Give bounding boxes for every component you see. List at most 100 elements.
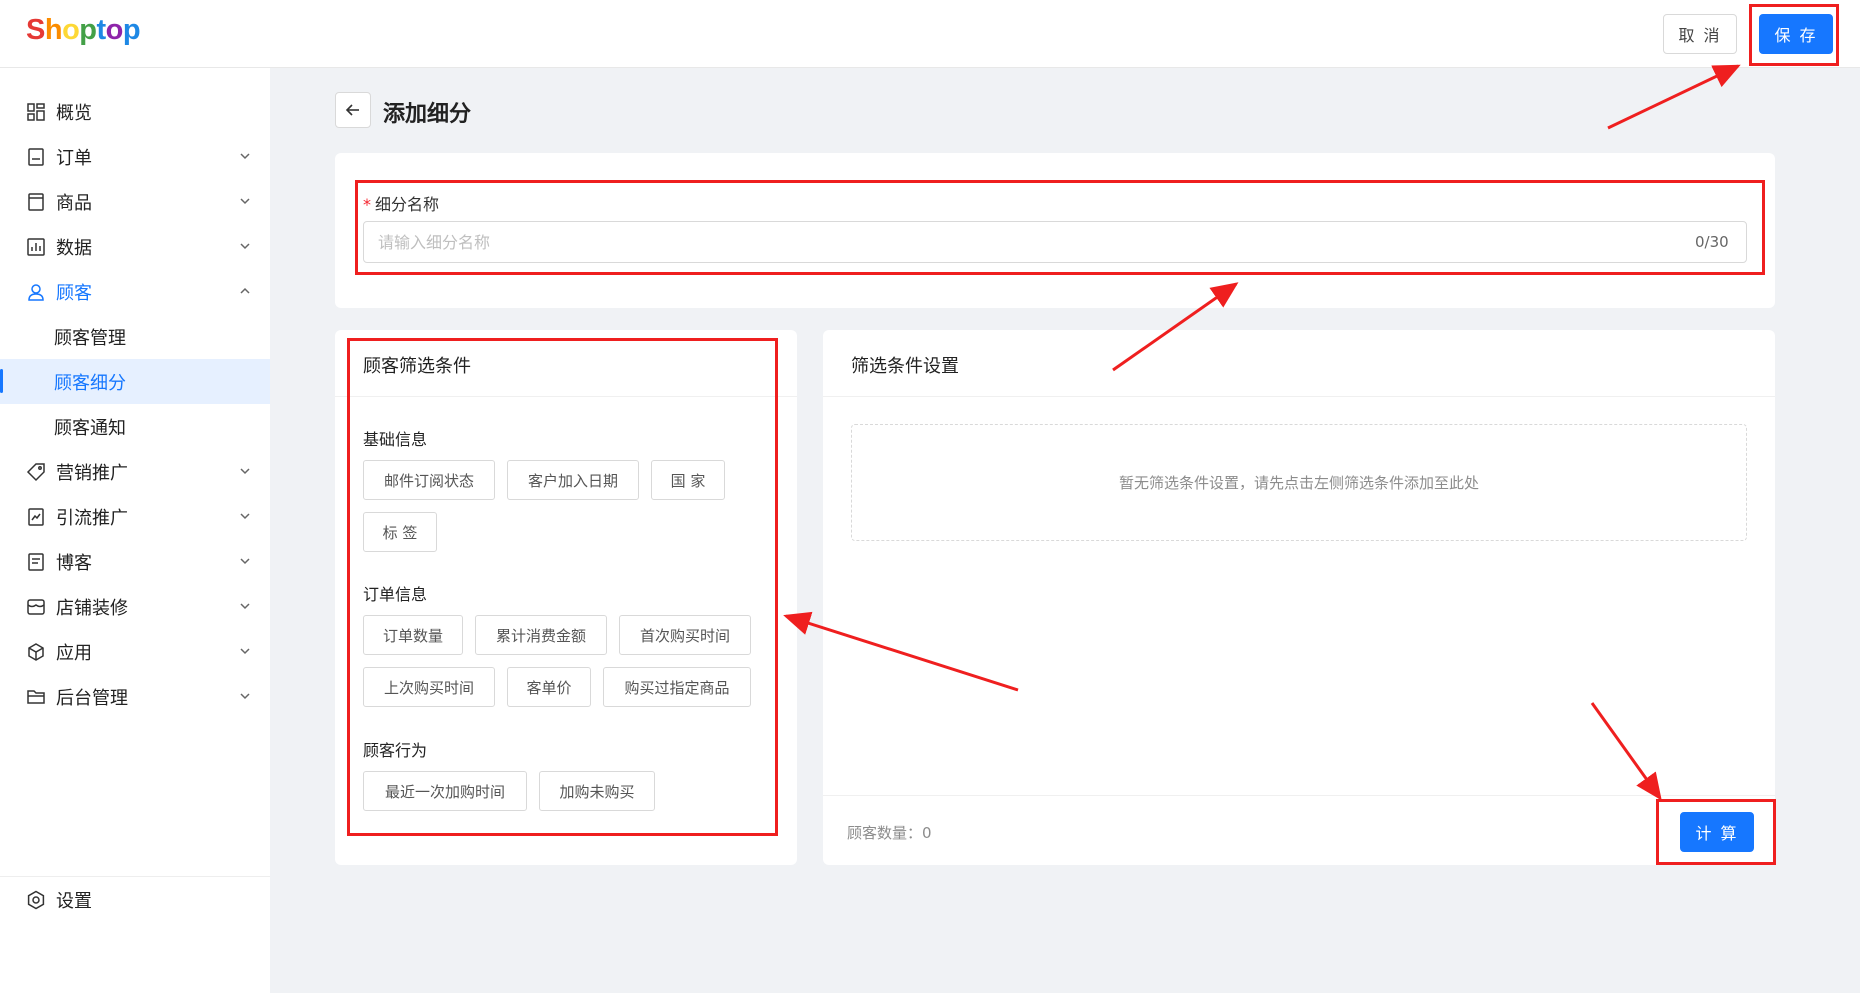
sidebar-item-customer-management[interactable]: 顾客管理 — [0, 314, 270, 359]
sidebar-item-label: 顾客细分 — [54, 372, 126, 394]
cancel-button[interactable]: 取 消 — [1663, 14, 1737, 54]
empty-state-text: 暂无筛选条件设置，请先点击左侧筛选条件添加至此处 — [1118, 474, 1479, 492]
filter-chip[interactable]: 购买过指定商品 — [603, 667, 751, 707]
filters-title: 顾客筛选条件 — [363, 356, 471, 377]
divider — [823, 795, 1775, 796]
customer-filters-card: 顾客筛选条件 基础信息 邮件订阅状态 客户加入日期 国 家 标 签 订单信息 订… — [335, 330, 797, 865]
divider — [823, 396, 1775, 397]
back-button[interactable] — [335, 92, 371, 128]
logo-letter: p — [79, 14, 97, 46]
sidebar-item-label: 概览 — [56, 102, 92, 124]
folder-icon — [27, 690, 45, 704]
sidebar-item-marketing[interactable]: 营销推广 — [0, 449, 270, 494]
shoptop-logo[interactable]: Shoptop — [26, 14, 141, 47]
filter-chip[interactable]: 订单数量 — [363, 615, 463, 655]
char-counter: 0/30 — [1695, 233, 1729, 251]
chevron-down-icon — [240, 198, 250, 205]
annotation-arrow — [1607, 64, 1741, 130]
logo-letter: h — [44, 14, 63, 46]
filter-drop-zone[interactable]: 暂无筛选条件设置，请先点击左侧筛选条件添加至此处 — [851, 424, 1747, 541]
filter-chip[interactable]: 国 家 — [651, 460, 725, 500]
gear-icon — [27, 890, 45, 910]
customer-count: 顾客数量：0 — [847, 824, 932, 842]
sidebar-item-label: 设置 — [56, 890, 92, 912]
logo-letter: t — [96, 14, 107, 46]
filter-chip[interactable]: 加购未购买 — [539, 771, 655, 811]
calculate-button[interactable]: 计 算 — [1680, 812, 1754, 852]
sidebar-item-apps[interactable]: 应用 — [0, 629, 270, 674]
sidebar-item-orders[interactable]: 订单 — [0, 134, 270, 179]
segment-name-input[interactable] — [363, 221, 1747, 263]
filter-chip[interactable]: 上次购买时间 — [363, 667, 495, 707]
order-icon — [28, 148, 44, 166]
logo-letter: p — [122, 14, 141, 46]
filter-chip[interactable]: 客单价 — [507, 667, 591, 707]
sidebar-item-label: 后台管理 — [56, 687, 128, 709]
filter-chip[interactable]: 邮件订阅状态 — [363, 460, 495, 500]
sidebar-item-label: 应用 — [56, 642, 92, 664]
logo-letter: o — [105, 14, 124, 46]
group-title-orders: 订单信息 — [363, 585, 428, 604]
filter-chip[interactable]: 标 签 — [363, 512, 437, 552]
filter-chip[interactable]: 累计消费金额 — [475, 615, 607, 655]
filter-chip[interactable]: 客户加入日期 — [507, 460, 639, 500]
chevron-down-icon — [240, 153, 250, 160]
chevron-down-icon — [240, 243, 250, 250]
sidebar-item-label: 顾客管理 — [54, 327, 126, 349]
tag-icon — [26, 463, 45, 482]
dashboard-icon — [27, 103, 45, 121]
sidebar-footer: 设置 — [0, 876, 270, 993]
sidebar-item-products[interactable]: 商品 — [0, 179, 270, 224]
chevron-down-icon — [240, 693, 250, 700]
divider — [335, 396, 797, 397]
segment-name-label: * 细分名称 — [363, 191, 439, 215]
segment-name-card: *细分名称 0/30 — [335, 153, 1775, 308]
sidebar-item-customer-notifications[interactable]: 顾客通知 — [0, 404, 270, 449]
segment-name-label-text: 细分名称 — [375, 195, 440, 214]
sidebar-item-traffic[interactable]: 引流推广 — [0, 494, 270, 539]
chevron-down-icon — [240, 513, 250, 520]
sidebar-item-label: 营销推广 — [56, 462, 128, 484]
chevron-down-icon — [240, 468, 250, 475]
sidebar-item-store-design[interactable]: 店铺装修 — [0, 584, 270, 629]
page-title: 添加细分 — [383, 102, 472, 127]
settings-title: 筛选条件设置 — [851, 356, 959, 377]
filter-chip[interactable]: 首次购买时间 — [619, 615, 751, 655]
save-button[interactable]: 保 存 — [1759, 14, 1833, 54]
filter-chip[interactable]: 最近一次加购时间 — [363, 771, 527, 811]
required-mark: * — [363, 195, 371, 214]
group-title-basic: 基础信息 — [363, 430, 428, 449]
sidebar-item-data[interactable]: 数据 — [0, 224, 270, 269]
chevron-down-icon — [240, 558, 250, 565]
sidebar-item-label: 店铺装修 — [56, 597, 128, 619]
sidebar-item-label: 订单 — [56, 147, 92, 169]
chart-icon — [27, 238, 45, 256]
sidebar-item-label: 博客 — [56, 552, 92, 574]
sidebar-item-customers[interactable]: 顾客 — [0, 269, 270, 314]
app-icon — [28, 643, 44, 661]
sidebar-item-label: 数据 — [56, 237, 92, 259]
chevron-up-icon — [240, 287, 250, 294]
filter-settings-card: 筛选条件设置 暂无筛选条件设置，请先点击左侧筛选条件添加至此处 顾客数量：0 计… — [823, 330, 1775, 865]
sidebar-item-settings[interactable]: 设置 — [0, 877, 270, 922]
blog-icon — [28, 553, 44, 571]
sidebar: 概览 订单 商品 数据 顾客 顾客管理 顾客细分 顾客通知 营销推广 引流推广 — [0, 68, 270, 993]
chevron-down-icon — [240, 603, 250, 610]
sidebar-item-customer-segments[interactable]: 顾客细分 — [0, 359, 270, 404]
store-icon — [27, 599, 45, 615]
user-icon — [28, 284, 44, 301]
group-title-behavior: 顾客行为 — [363, 741, 428, 760]
sidebar-item-admin[interactable]: 后台管理 — [0, 674, 270, 719]
traffic-icon — [28, 508, 44, 526]
logo-letter: S — [26, 14, 45, 46]
sidebar-item-label: 顾客 — [56, 282, 92, 304]
chevron-down-icon — [240, 648, 250, 655]
sidebar-item-label: 商品 — [56, 192, 92, 214]
sidebar-item-label: 引流推广 — [56, 507, 128, 529]
sidebar-item-overview[interactable]: 概览 — [0, 89, 270, 134]
sidebar-item-blog[interactable]: 博客 — [0, 539, 270, 584]
top-bar: Shoptop 取 消 保 存 — [0, 0, 1860, 68]
product-icon — [28, 193, 44, 211]
sidebar-item-label: 顾客通知 — [54, 417, 126, 439]
arrow-left-icon — [345, 104, 359, 116]
